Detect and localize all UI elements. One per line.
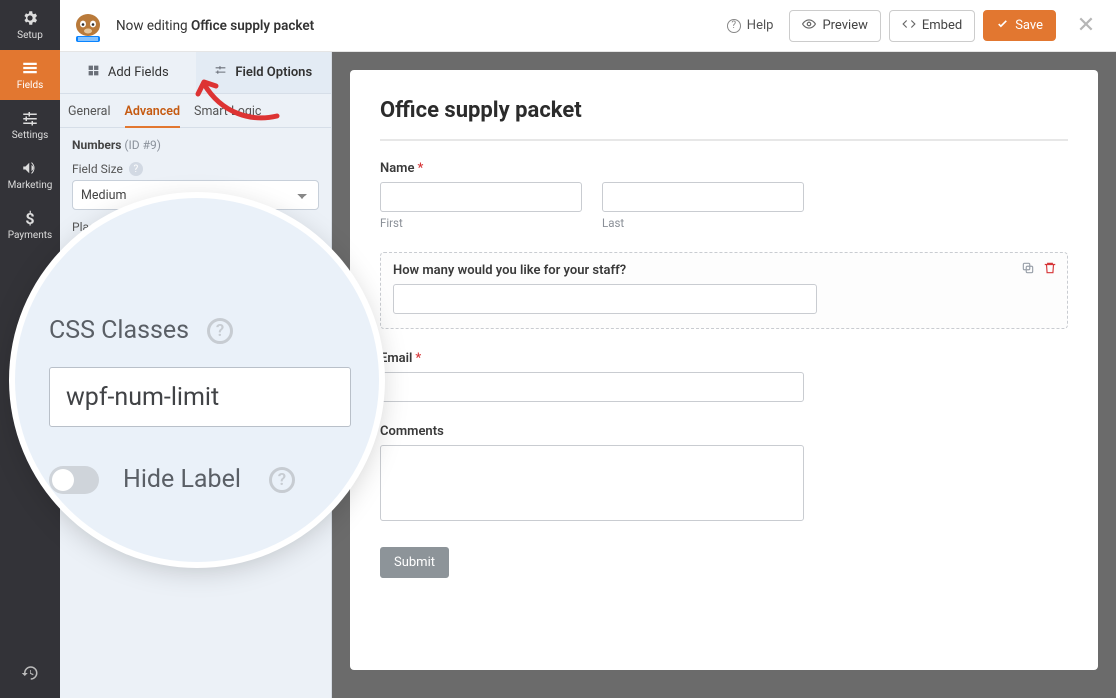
field-name: Numbers	[72, 138, 121, 152]
rail-fields[interactable]: Fields	[0, 50, 60, 100]
form-preview-canvas: Office supply packet Name* First Last Ho…	[332, 52, 1116, 698]
code-icon	[902, 17, 916, 35]
rail-fields-label: Fields	[17, 80, 44, 91]
eye-icon	[802, 17, 816, 35]
email-label: Email*	[380, 351, 804, 366]
first-sublabel: First	[380, 216, 582, 230]
rail-payments[interactable]: $ Payments	[0, 200, 60, 250]
tab-add-fields-label: Add Fields	[108, 65, 169, 80]
now-editing: Now editing Office supply packet	[116, 18, 314, 34]
howmany-input[interactable]	[393, 284, 817, 314]
copy-icon	[1021, 263, 1035, 279]
howmany-label: How many would you like for your staff?	[393, 263, 1055, 278]
app-logo	[68, 9, 108, 43]
help-icon: ?	[727, 19, 741, 33]
topbar: Now editing Office supply packet ? Help …	[60, 0, 1116, 52]
grid-icon	[87, 64, 100, 81]
rail-setup-label: Setup	[17, 30, 43, 41]
help-link[interactable]: ? Help	[719, 12, 782, 39]
help-label: Help	[747, 18, 774, 33]
rail-marketing[interactable]: Marketing	[0, 150, 60, 200]
css-classes-input[interactable]	[49, 367, 351, 427]
gear-icon	[21, 10, 39, 28]
dollar-icon: $	[21, 210, 39, 228]
help-tooltip-icon[interactable]: ?	[207, 318, 233, 344]
rail-setup[interactable]: Setup	[0, 0, 60, 50]
list-icon	[21, 60, 39, 78]
field-email-wrapper[interactable]: Email*	[380, 351, 804, 402]
sliders-icon	[21, 110, 39, 128]
field-size-label: Field Size	[72, 162, 123, 176]
help-tooltip-icon[interactable]: ?	[269, 467, 295, 493]
rail-settings[interactable]: Settings	[0, 100, 60, 150]
delete-field-button[interactable]	[1043, 261, 1057, 279]
save-button[interactable]: Save	[983, 10, 1056, 41]
close-icon: ✕	[1077, 13, 1095, 38]
last-sublabel: Last	[602, 216, 804, 230]
field-name-wrapper[interactable]: Name* First Last	[380, 161, 804, 230]
preview-label: Preview	[822, 18, 867, 33]
hide-label-toggle[interactable]	[49, 466, 99, 494]
css-classes-label: CSS Classes ?	[49, 316, 351, 345]
field-comments-wrapper[interactable]: Comments	[380, 424, 804, 525]
check-icon	[996, 17, 1009, 34]
rail-history[interactable]	[0, 652, 60, 698]
field-size-label-row: Field Size ?	[72, 162, 319, 176]
history-icon	[21, 664, 39, 686]
tab-add-fields[interactable]: Add Fields	[60, 52, 196, 93]
field-id: (ID #9)	[124, 138, 161, 152]
embed-label: Embed	[922, 18, 962, 33]
panel-secondary-tabs: General Advanced Smart Logic	[60, 94, 331, 128]
rail-payments-label: Payments	[8, 230, 52, 241]
panel-primary-tabs: Add Fields Field Options	[60, 52, 331, 94]
hide-label-label: Hide Label	[123, 465, 241, 494]
rail-settings-label: Settings	[12, 130, 49, 141]
comments-textarea[interactable]	[380, 445, 804, 521]
subtab-advanced[interactable]: Advanced	[125, 104, 181, 127]
field-heading: Numbers (ID #9)	[72, 138, 319, 152]
last-name-input[interactable]	[602, 182, 804, 212]
megaphone-icon	[21, 160, 39, 178]
embed-button[interactable]: Embed	[889, 10, 975, 42]
close-builder-button[interactable]: ✕	[1070, 10, 1102, 42]
name-label: Name*	[380, 161, 804, 176]
email-input[interactable]	[380, 372, 804, 402]
duplicate-field-button[interactable]	[1021, 261, 1035, 279]
field-numbers-selected[interactable]: How many would you like for your staff?	[380, 252, 1068, 329]
comments-label: Comments	[380, 424, 804, 439]
now-editing-prefix: Now editing	[116, 18, 188, 34]
rail-marketing-label: Marketing	[8, 180, 53, 191]
preview-button[interactable]: Preview	[789, 10, 880, 42]
form-title: Office supply packet	[380, 98, 1068, 141]
trash-icon	[1043, 263, 1057, 279]
subtab-smart-logic[interactable]: Smart Logic	[194, 104, 261, 127]
first-name-input[interactable]	[380, 182, 582, 212]
sliders-mini-icon	[214, 64, 227, 81]
tab-field-options-label: Field Options	[235, 65, 312, 80]
tab-field-options[interactable]: Field Options	[196, 52, 332, 93]
now-editing-form-name: Office supply packet	[191, 18, 314, 34]
zoom-callout: CSS Classes ? Hide Label ?	[15, 198, 379, 562]
submit-button[interactable]: Submit	[380, 547, 449, 578]
help-tooltip-icon[interactable]: ?	[129, 162, 143, 176]
save-label: Save	[1015, 18, 1043, 33]
form-preview-page: Office supply packet Name* First Last Ho…	[350, 70, 1098, 670]
subtab-general[interactable]: General	[68, 104, 111, 127]
